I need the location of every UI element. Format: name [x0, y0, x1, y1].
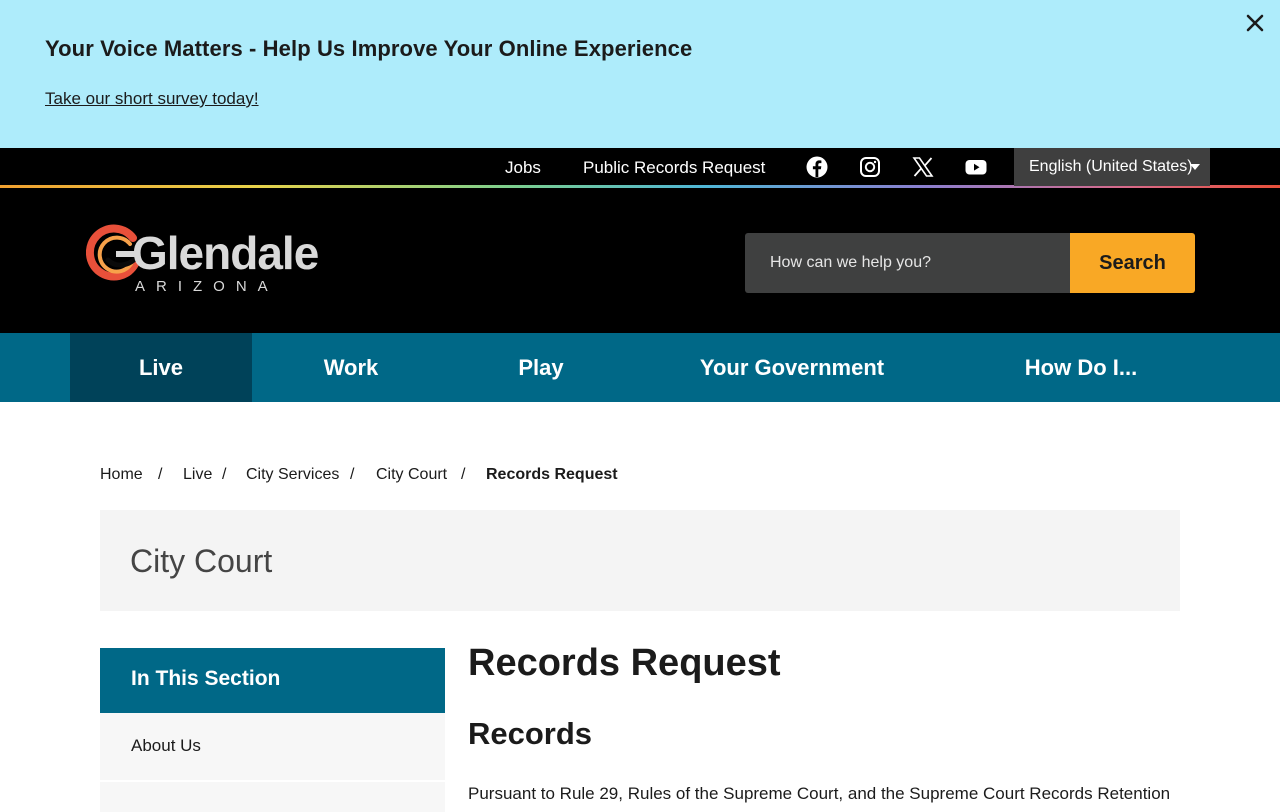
- breadcrumb-home[interactable]: Home: [100, 466, 143, 484]
- x-icon[interactable]: [912, 156, 934, 178]
- close-icon[interactable]: [1242, 10, 1268, 36]
- page-title: Records Request: [468, 642, 781, 684]
- search-input[interactable]: [745, 233, 1071, 293]
- glendale-logo[interactable]: Glendale ARIZONA: [86, 222, 319, 298]
- search-button[interactable]: Search: [1070, 233, 1195, 293]
- breadcrumb-live[interactable]: Live: [183, 466, 212, 484]
- sidebar-heading: In This Section: [131, 667, 281, 690]
- search-form: Search: [745, 233, 1195, 293]
- public-records-link[interactable]: Public Records Request: [583, 158, 765, 178]
- survey-banner: [0, 0, 1280, 148]
- breadcrumb-separator: /: [222, 466, 227, 483]
- sidebar-item[interactable]: [100, 782, 445, 812]
- sidebar-item-label[interactable]: About Us: [131, 736, 201, 756]
- nav-item-your-government[interactable]: Your Government: [632, 333, 952, 402]
- logo-wordmark: Glendale: [132, 227, 319, 279]
- section-title: City Court: [130, 543, 273, 579]
- chevron-down-icon: [1190, 164, 1200, 170]
- breadcrumb-city-services[interactable]: City Services: [246, 466, 339, 484]
- breadcrumb-separator: /: [158, 466, 163, 483]
- nav-item-play[interactable]: Play: [450, 333, 632, 402]
- nav-item-work[interactable]: Work: [252, 333, 450, 402]
- breadcrumb-separator: /: [461, 466, 466, 483]
- youtube-icon[interactable]: [965, 156, 987, 178]
- facebook-icon[interactable]: [806, 156, 828, 178]
- instagram-icon[interactable]: [859, 156, 881, 178]
- breadcrumb-separator: /: [350, 466, 355, 483]
- nav-item-how-do-i[interactable]: How Do I...: [952, 333, 1210, 402]
- language-select[interactable]: English (United States): [1014, 148, 1210, 186]
- language-label: English (United States): [1029, 158, 1193, 175]
- logo-subtitle: ARIZONA: [135, 278, 279, 295]
- jobs-link[interactable]: Jobs: [505, 158, 541, 178]
- content-paragraph: Pursuant to Rule 29, Rules of the Suprem…: [468, 784, 1171, 803]
- breadcrumb-city-court[interactable]: City Court: [376, 466, 447, 484]
- breadcrumb-current: Records Request: [486, 466, 618, 483]
- nav-item-live[interactable]: Live: [70, 333, 252, 402]
- survey-link[interactable]: Take our short survey today!: [45, 89, 259, 109]
- banner-title: Your Voice Matters - Help Us Improve You…: [45, 36, 693, 61]
- content-subheading: Records: [468, 716, 593, 751]
